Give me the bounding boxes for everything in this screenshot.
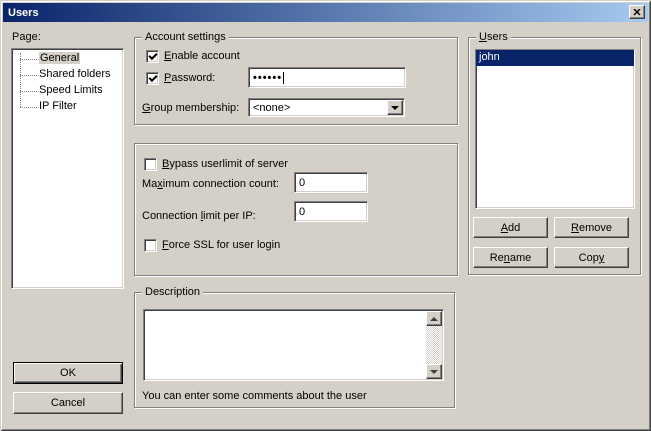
- password-input[interactable]: ••••••: [248, 67, 406, 88]
- users-group-title: Users: [476, 30, 511, 44]
- description-textarea[interactable]: [143, 309, 444, 381]
- tree-item-speed-limits[interactable]: Speed Limits: [39, 83, 123, 99]
- bypass-userlimit-checkbox[interactable]: [144, 158, 157, 171]
- close-icon: [633, 9, 641, 16]
- group-membership-label: Group membership:: [142, 102, 239, 114]
- close-button[interactable]: [629, 5, 645, 19]
- page-label: Page:: [12, 31, 41, 43]
- users-list[interactable]: john: [475, 49, 635, 209]
- description-hint: You can enter some comments about the us…: [142, 390, 367, 402]
- ip-limit-label: Connection limit per IP:: [142, 210, 256, 222]
- rename-button[interactable]: Rename: [473, 247, 548, 268]
- max-connections-label: Maximum connection count:: [142, 178, 279, 190]
- password-label[interactable]: Password:: [164, 72, 215, 85]
- add-button[interactable]: Add: [473, 217, 548, 238]
- tree-item-shared-folders[interactable]: Shared folders: [39, 67, 123, 83]
- account-settings-group: Account settings Enable account Password…: [134, 37, 458, 125]
- description-scrollbar[interactable]: [426, 311, 442, 379]
- password-checkbox[interactable]: [146, 72, 159, 85]
- text-caret: [283, 72, 284, 84]
- description-title: Description: [142, 285, 203, 299]
- tree-item-general[interactable]: General: [39, 51, 123, 67]
- scroll-up-button[interactable]: [426, 311, 442, 326]
- enable-account-label[interactable]: Enable account: [164, 50, 240, 63]
- scroll-down-button[interactable]: [426, 364, 442, 379]
- account-settings-title: Account settings: [142, 30, 229, 44]
- user-list-item-john[interactable]: john: [476, 50, 634, 66]
- scroll-up-icon: [430, 317, 438, 321]
- dropdown-arrow-button[interactable]: [387, 100, 403, 115]
- description-group: Description You can enter some comments …: [134, 292, 455, 408]
- bypass-userlimit-label[interactable]: Bypass userlimit of server: [162, 158, 288, 171]
- cancel-button[interactable]: Cancel: [13, 392, 123, 414]
- chevron-down-icon: [391, 106, 399, 110]
- ok-button[interactable]: OK: [13, 362, 123, 384]
- ip-limit-input[interactable]: 0: [294, 201, 368, 222]
- copy-button[interactable]: Copy: [554, 247, 629, 268]
- users-group: Users john Add Remove Rename Copy: [468, 37, 641, 275]
- page-tree[interactable]: General Shared folders Speed Limits IP F…: [11, 48, 124, 289]
- group-membership-select[interactable]: <none>: [248, 98, 405, 117]
- enable-account-checkbox[interactable]: [146, 50, 159, 63]
- tree-item-ip-filter[interactable]: IP Filter: [39, 99, 123, 115]
- title-bar[interactable]: Users: [3, 3, 648, 22]
- users-dialog: Users Page: General Shared folders Speed…: [0, 0, 651, 431]
- remove-button[interactable]: Remove: [554, 217, 629, 238]
- window-title: Users: [8, 7, 39, 19]
- max-connections-input[interactable]: 0: [294, 172, 368, 193]
- scroll-down-icon: [430, 370, 438, 374]
- limits-group: Bypass userlimit of server Maximum conne…: [134, 143, 458, 276]
- force-ssl-label[interactable]: Force SSL for user login: [162, 239, 280, 252]
- force-ssl-checkbox[interactable]: [144, 239, 157, 252]
